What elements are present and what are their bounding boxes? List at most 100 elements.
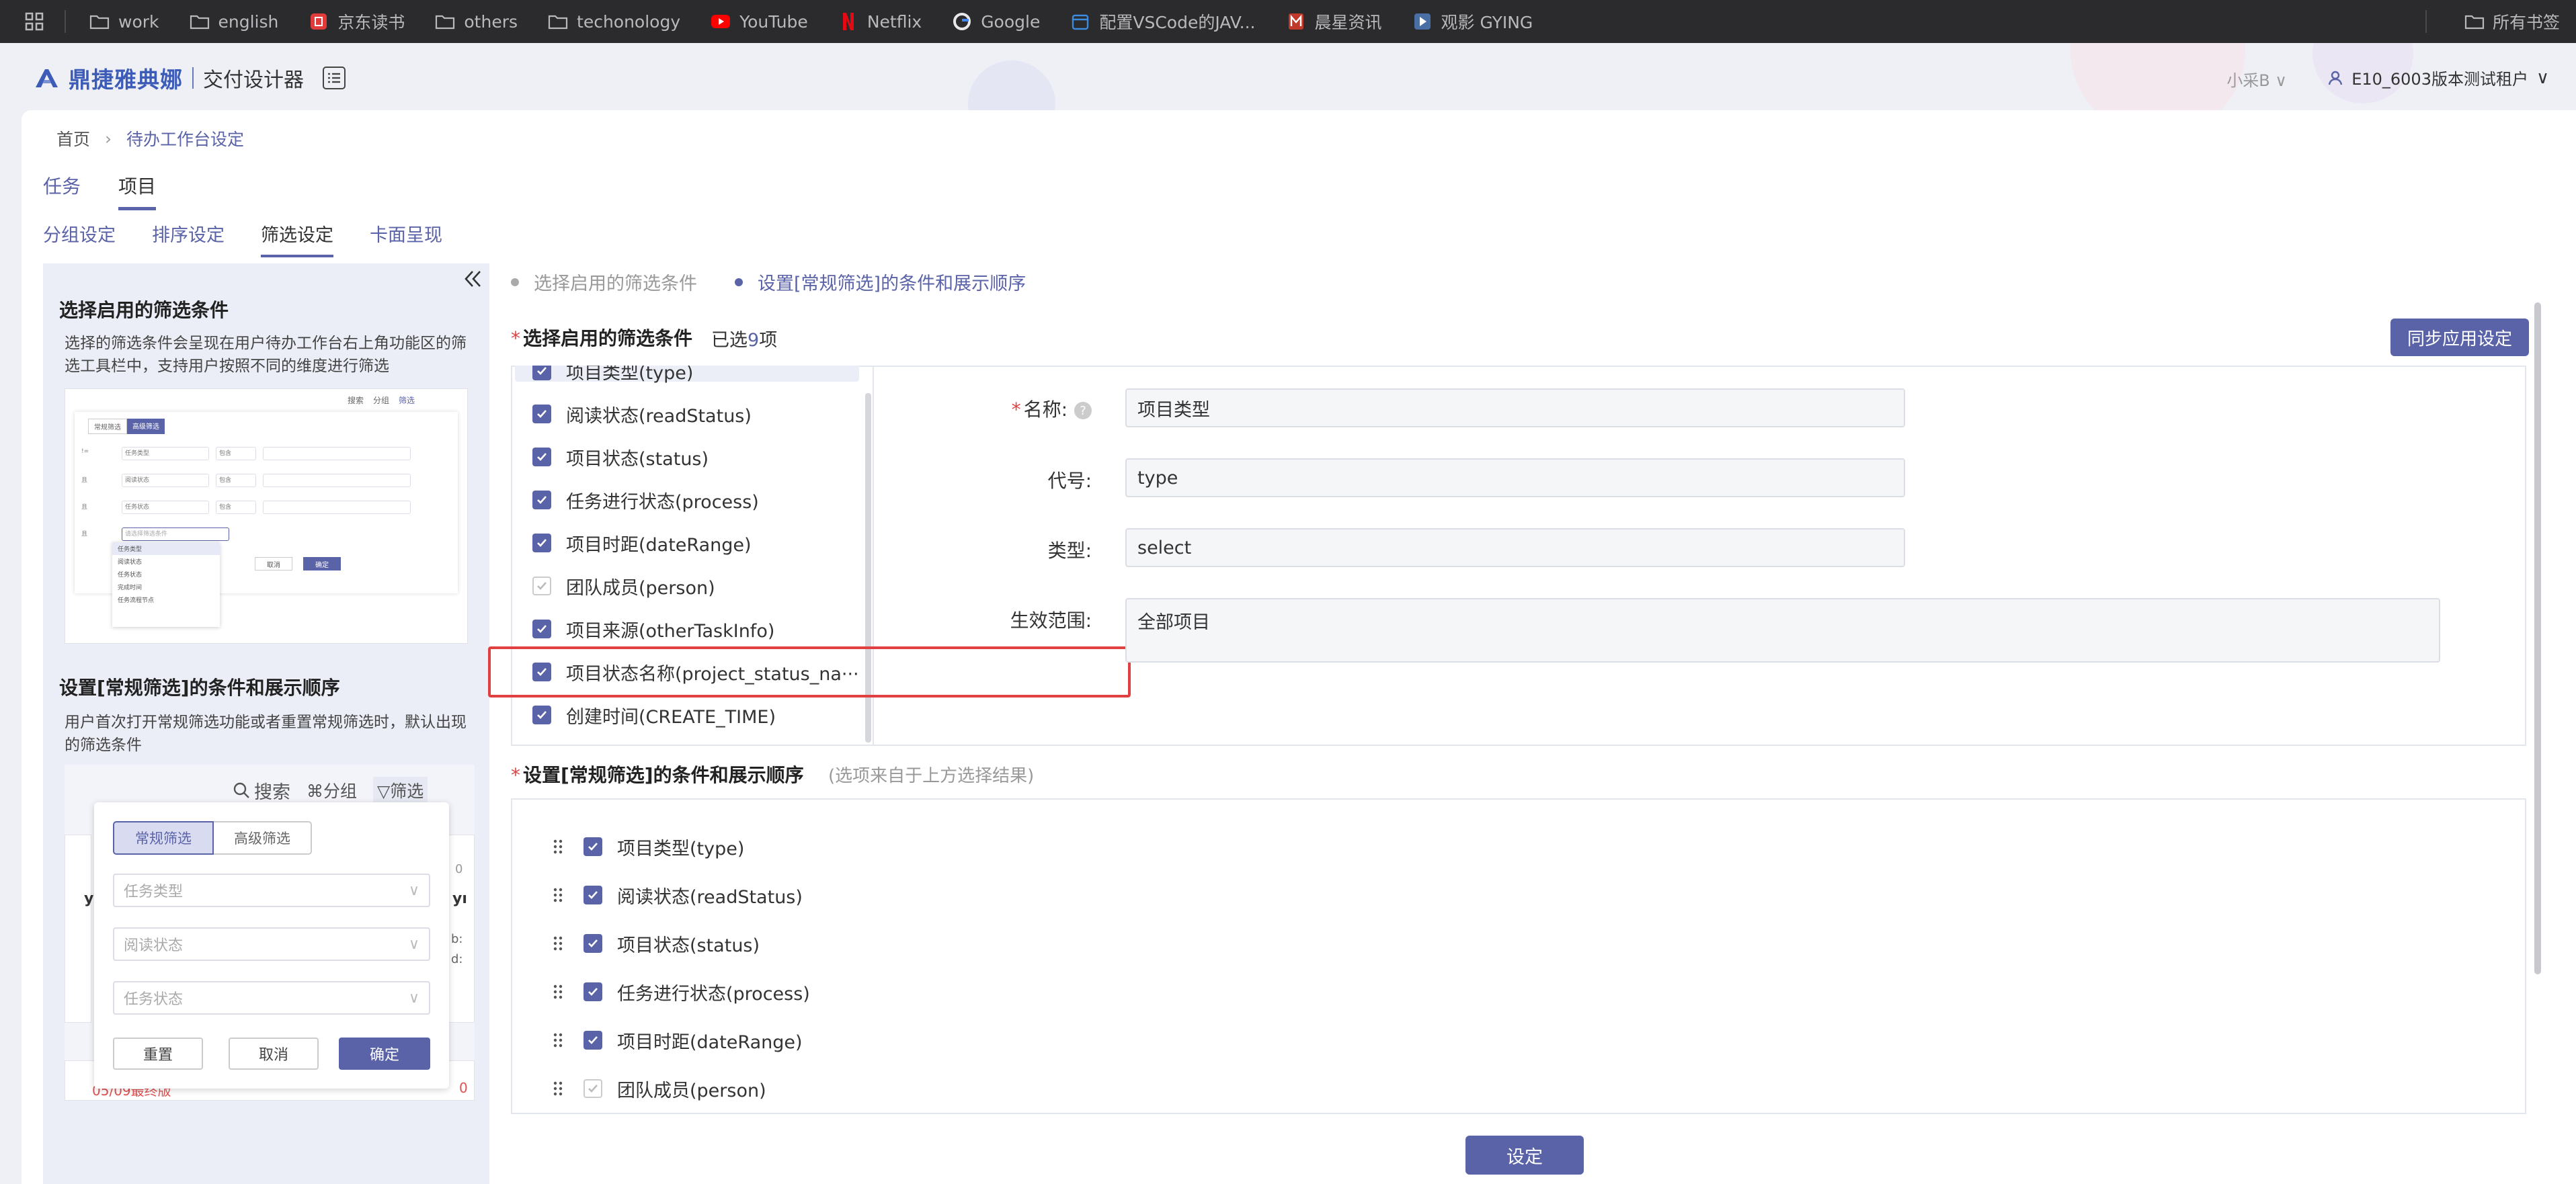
drag-handle-icon[interactable] <box>553 984 563 1000</box>
bookmark-item[interactable]: 晨星资讯 <box>1285 9 1382 34</box>
bookmark-item[interactable]: techonology <box>547 12 680 32</box>
filter-condition-item[interactable]: 项目类型(type) <box>532 366 693 392</box>
thumb-select: 任务类型 ∨ <box>113 874 430 907</box>
filter-condition-item[interactable]: 项目状态(status) <box>532 435 709 478</box>
set-button[interactable]: 设定 <box>1465 1136 1584 1175</box>
drag-handle-icon[interactable] <box>553 935 563 952</box>
secondary-tabs: 分组设定 排序设定 筛选设定 卡面呈现 <box>43 220 442 257</box>
checkbox[interactable] <box>532 448 551 466</box>
thumb-group: ⌘分组 <box>307 781 358 801</box>
chevron-down-icon: ∨ <box>2275 71 2287 90</box>
bookmark-item[interactable]: 京东读书 <box>308 9 405 34</box>
thumb-filter: ▽筛选 <box>373 777 428 804</box>
name-field[interactable]: 项目类型 <box>1125 388 1905 427</box>
checkbox[interactable] <box>532 620 551 638</box>
basic-filter-label: 阅读状态(readStatus) <box>617 886 803 908</box>
bookmark-label: YouTube <box>739 11 808 32</box>
drag-handle-icon[interactable] <box>553 887 563 903</box>
bookmark-item[interactable]: english <box>189 11 279 32</box>
thumb-cancel: 取消 <box>255 557 292 570</box>
folder-icon <box>547 13 569 30</box>
checkbox[interactable] <box>583 934 602 953</box>
netflix-icon <box>838 13 859 30</box>
bookmark-label: others <box>464 11 518 32</box>
filter-condition-item[interactable]: 阅读状态(readStatus) <box>532 392 752 435</box>
drag-handle-icon[interactable] <box>553 1081 563 1097</box>
basic-filter-item[interactable]: 团队成员(person) <box>553 1068 766 1109</box>
checkbox[interactable] <box>583 886 602 904</box>
all-bookmarks-label: 所有书签 <box>2492 13 2560 32</box>
tab-task[interactable]: 任务 <box>43 172 81 210</box>
help-desc-enable-filters: 选择的筛选条件会呈现在用户待办工作台右上角功能区的筛选工具栏中，支持用户按照不同… <box>65 335 467 375</box>
checkbox[interactable] <box>532 577 551 595</box>
drag-handle-icon[interactable] <box>553 1032 563 1048</box>
folder-icon <box>189 13 210 30</box>
tab-project[interactable]: 项目 <box>118 172 157 210</box>
step-1[interactable]: 选择启用的筛选条件 <box>511 269 697 295</box>
bookmark-item[interactable]: Google <box>951 12 1040 32</box>
page-scrollbar[interactable] <box>2534 302 2541 974</box>
bookmark-item[interactable]: others <box>434 12 518 32</box>
help-question-icon[interactable]: ? <box>1074 402 1092 419</box>
drag-handle-icon[interactable] <box>553 839 563 855</box>
checkbox[interactable] <box>532 405 551 423</box>
checkbox[interactable] <box>583 837 602 856</box>
header-decoration <box>968 60 1055 110</box>
menu-list-icon[interactable] <box>323 67 346 89</box>
tab-card-display[interactable]: 卡面呈现 <box>370 220 442 257</box>
apps-grid-icon[interactable] <box>24 11 44 32</box>
thumb-field-placeholder: 请选择筛选条件 <box>122 527 229 541</box>
section2-title: * 设置[常规筛选]的条件和展示顺序 <box>511 761 804 788</box>
brand-divider <box>192 67 194 89</box>
breadcrumb-home[interactable]: 首页 <box>56 126 90 151</box>
filter-condition-item[interactable]: 任务进行状态(process) <box>532 478 759 521</box>
filter-condition-item[interactable]: 团队成员(person) <box>532 564 715 607</box>
filter-condition-item[interactable]: 项目来源(otherTaskInfo) <box>532 607 774 650</box>
header-decoration <box>2070 43 2245 110</box>
thumb-search-label: 搜索 <box>348 396 364 405</box>
tab-group-settings[interactable]: 分组设定 <box>43 220 116 257</box>
checkbox[interactable] <box>583 982 602 1001</box>
checkbox[interactable] <box>583 1079 602 1098</box>
checkbox[interactable] <box>532 366 551 380</box>
chevron-right-icon: › <box>105 128 112 149</box>
tenant-menu[interactable]: E10_6003版本测试租户 ∨ <box>2327 66 2549 89</box>
brand-logo[interactable]: 鼎捷雅典娜 交付设计器 <box>34 62 346 94</box>
sync-settings-button[interactable]: 同步应用设定 <box>2390 319 2529 356</box>
bookmark-item[interactable]: YouTube <box>710 12 808 32</box>
breadcrumb-current[interactable]: 待办工作台设定 <box>126 126 244 151</box>
basic-filter-item[interactable]: 项目状态(status) <box>553 923 760 964</box>
bookmark-item[interactable]: Netflix <box>838 12 922 32</box>
bookmark-label: english <box>218 11 279 32</box>
type-field[interactable]: select <box>1125 528 1905 567</box>
athena-logo-icon <box>34 67 59 89</box>
tab-sort-settings[interactable]: 排序设定 <box>152 220 225 257</box>
code-field[interactable]: type <box>1125 458 1905 497</box>
filter-condition-label: 项目来源(otherTaskInfo) <box>566 620 775 642</box>
bookmark-label: Netflix <box>867 11 922 32</box>
basic-filter-item[interactable]: 项目时距(dateRange) <box>553 1020 803 1060</box>
user-menu[interactable]: 小采B ∨ <box>2226 67 2287 91</box>
basic-filter-order-box <box>511 798 2526 1114</box>
brand-name: 鼎捷雅典娜 <box>69 67 183 93</box>
checkbox[interactable] <box>532 706 551 724</box>
breadcrumb: 首页 › 待办工作台设定 <box>56 126 244 151</box>
collapse-double-left-icon[interactable] <box>461 267 484 290</box>
thumb-op: 包含 <box>216 501 256 514</box>
tab-filter-settings[interactable]: 筛选设定 <box>261 220 333 257</box>
basic-filter-item[interactable]: 任务进行状态(process) <box>553 972 810 1012</box>
step-2[interactable]: 设置[常规筛选]的条件和展示顺序 <box>735 269 1026 295</box>
basic-filter-item[interactable]: 项目类型(type) <box>553 827 744 867</box>
all-bookmarks-button[interactable]: 所有书签 <box>2464 0 2560 43</box>
folder-icon <box>89 13 110 30</box>
bookmark-item[interactable]: work <box>89 12 159 32</box>
checkbox[interactable] <box>532 491 551 509</box>
filter-condition-item[interactable]: 项目时距(dateRange) <box>532 521 752 564</box>
checkbox[interactable] <box>532 534 551 552</box>
filter-condition-item[interactable]: 创建时间(CREATE_TIME) <box>532 693 776 736</box>
bookmark-item[interactable]: 配置VSCode的JAV... <box>1070 9 1256 34</box>
checkbox[interactable] <box>583 1031 602 1050</box>
bookmark-item[interactable]: 观影 GYING <box>1412 9 1533 34</box>
basic-filter-item[interactable]: 阅读状态(readStatus) <box>553 875 803 915</box>
scope-field[interactable]: 全部项目 <box>1125 598 2440 663</box>
